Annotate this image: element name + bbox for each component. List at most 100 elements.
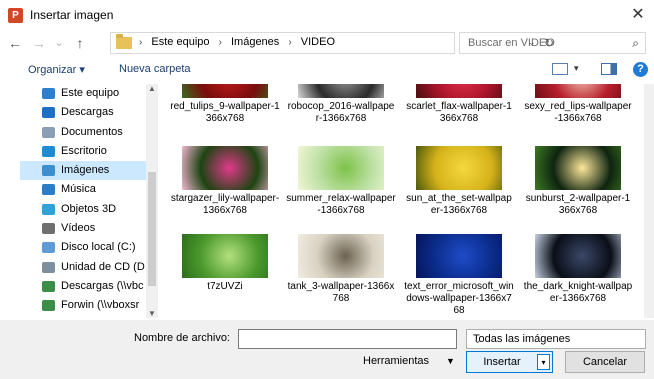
folder-icon [116, 34, 132, 49]
file-name: summer_relax-wallpaper-1366x768 [286, 193, 396, 216]
powerpoint-icon: P [8, 8, 23, 23]
sidebar-item[interactable]: Vídeos [20, 219, 146, 238]
organize-button[interactable]: Organizar ▾ [28, 63, 85, 76]
sidebar-item[interactable]: Este equipo [20, 84, 146, 103]
address-bar[interactable]: › Este equipo › Imágenes › VIDEO ⌄ ↻ [110, 32, 554, 54]
sidebar-item-label: Escritorio [61, 144, 107, 157]
file-item[interactable]: sun_at_the_set-wallpaper-1366x768 [404, 146, 514, 217]
file-name: sunburst_2-wallpaper-1366x768 [525, 193, 631, 216]
sidebar-item[interactable]: Forwin (\\vboxsr [20, 296, 146, 315]
view-options-icon[interactable] [552, 63, 568, 75]
chevron-down-icon: ⌄ [54, 37, 64, 49]
file-item[interactable]: tank_3-wallpaper-1366x768 [286, 234, 396, 305]
file-name: tank_3-wallpaper-1366x768 [287, 281, 395, 304]
sidebar-item-label: Vídeos [61, 222, 96, 235]
view-dropdown-icon[interactable]: ▾ [574, 63, 579, 74]
breadcrumb-este-equipo[interactable]: Este equipo [151, 36, 209, 48]
close-button[interactable]: ✕ [628, 4, 648, 26]
sidebar-item[interactable]: Escritorio [20, 142, 146, 161]
file-item[interactable]: red_tulips_9-wallpaper-1366x768 [170, 84, 280, 125]
file-item[interactable]: summer_relax-wallpaper-1366x768 [286, 146, 396, 217]
recent-locations-button[interactable]: ⌄ [50, 33, 68, 53]
network-drive-icon [42, 300, 55, 312]
sidebar-item[interactable]: Disco local (C:) [20, 238, 146, 257]
insert-options-dropdown-icon[interactable]: ▾ [537, 354, 550, 370]
file-name: t7zUVZi [207, 281, 243, 292]
sidebar-item[interactable]: Descargas (\\vbc [20, 277, 146, 296]
cancel-button[interactable]: Cancelar [565, 351, 645, 373]
sidebar-item[interactable]: Música [20, 180, 146, 199]
file-name: sexy_red_lips-wallpaper-1366x768 [524, 101, 632, 124]
scroll-down-icon[interactable]: ▼ [146, 309, 158, 318]
sidebar-item[interactable]: Documentos [20, 123, 146, 142]
image-thumbnail [182, 234, 268, 278]
forward-arrow-icon: → [32, 35, 46, 51]
file-item[interactable]: sunburst_2-wallpaper-1366x768 [523, 146, 633, 217]
sidebar-item[interactable]: Imágenes [20, 161, 146, 181]
image-thumbnail [182, 146, 268, 190]
file-item[interactable]: text_error_microsoft_windows-wallpaper-1… [404, 234, 514, 317]
file-name: sun_at_the_set-wallpaper-1366x768 [406, 193, 512, 216]
file-item[interactable]: scarlet_flax-wallpaper-1366x768 [404, 84, 514, 125]
file-list: red_tulips_9-wallpaper-1366x768 robocop_2… [160, 84, 644, 318]
help-icon[interactable]: ? [633, 62, 648, 77]
image-thumbnail [535, 84, 621, 98]
back-arrow-icon: ← [8, 35, 22, 51]
documents-icon [42, 126, 55, 138]
file-item[interactable]: sexy_red_lips-wallpaper-1366x768 [523, 84, 633, 125]
image-thumbnail [535, 234, 621, 278]
scrollbar-thumb[interactable] [148, 172, 156, 286]
new-folder-button[interactable]: Nueva carpeta [119, 63, 191, 75]
sidebar-item[interactable]: Unidad de CD (D [20, 258, 146, 277]
filename-input[interactable] [238, 329, 457, 349]
image-thumbnail [535, 146, 621, 190]
search-icon: ⌕ [632, 36, 639, 50]
navigation-pane-scrollbar[interactable]: ▲ ▼ [146, 84, 158, 318]
back-button[interactable]: ← [6, 33, 24, 53]
file-dialog-footer: Nombre de archivo: Todas las imágenes ⌄ … [0, 320, 654, 379]
file-item[interactable]: robocop_2016-wallpaper-1366x768 [286, 84, 396, 125]
sidebar-item[interactable]: Descargas [20, 103, 146, 122]
filename-label: Nombre de archivo: [134, 332, 230, 344]
command-bar: Organizar ▾ Nueva carpeta ▾ ? [0, 58, 654, 82]
title-bar: P Insertar imagen ✕ [0, 0, 654, 30]
window-title: Insertar imagen [30, 8, 114, 22]
navigation-pane: Este equipo Descargas Documentos Escritorio… [20, 84, 146, 318]
search-input[interactable]: Buscar en VIDEO [468, 37, 555, 49]
breadcrumb-separator: › [139, 37, 143, 48]
insert-button[interactable]: Insertar ▾ [466, 351, 553, 373]
search-box[interactable]: Buscar en VIDEO ⌕ [459, 32, 646, 54]
sidebar-item-label: Descargas [61, 106, 114, 119]
file-item[interactable]: stargazer_lily-wallpaper-1366x768 [170, 146, 280, 217]
computer-icon [42, 88, 55, 99]
sidebar-item-label: Documentos [61, 125, 123, 138]
network-drive-icon [42, 280, 55, 292]
image-thumbnail [298, 84, 384, 98]
breadcrumb: › Este equipo › Imágenes › VIDEO [139, 36, 341, 48]
file-name: the_dark_knight-wallpaper-1366x768 [523, 281, 633, 304]
sidebar-item-label: Objetos 3D [61, 202, 117, 215]
up-button[interactable]: ↑ [71, 33, 89, 53]
breadcrumb-video[interactable]: VIDEO [301, 36, 335, 48]
sidebar-item-label: Disco local (C:) [61, 241, 136, 254]
breadcrumb-separator[interactable]: › [219, 37, 222, 48]
sidebar-item[interactable]: Objetos 3D [20, 200, 146, 219]
desktop-icon [42, 145, 55, 157]
file-type-select[interactable]: Todas las imágenes ⌄ [466, 329, 646, 349]
breadcrumb-separator[interactable]: › [288, 37, 291, 48]
scroll-up-icon[interactable]: ▲ [146, 84, 158, 93]
preview-pane-icon[interactable] [601, 63, 617, 75]
breadcrumb-imagenes[interactable]: Imágenes [231, 36, 279, 48]
sidebar-item-label: Descargas (\\vbc [61, 279, 144, 292]
forward-button[interactable]: → [30, 33, 48, 53]
sidebar-item-label: Forwin (\\vboxsr [61, 299, 140, 312]
cd-drive-icon [42, 261, 55, 273]
close-icon: ✕ [631, 6, 645, 23]
file-list-scrollbar[interactable] [644, 84, 654, 318]
navigation-bar: ← → ⌄ ↑ › Este equipo › Imágenes › VIDEO… [0, 30, 654, 56]
image-thumbnail [182, 84, 268, 98]
file-item[interactable]: the_dark_knight-wallpaper-1366x768 [523, 234, 633, 305]
file-item[interactable]: t7zUVZi [170, 234, 280, 293]
tools-dropdown-icon[interactable]: ▼ [446, 356, 455, 366]
tools-button[interactable]: Herramientas [363, 355, 429, 367]
